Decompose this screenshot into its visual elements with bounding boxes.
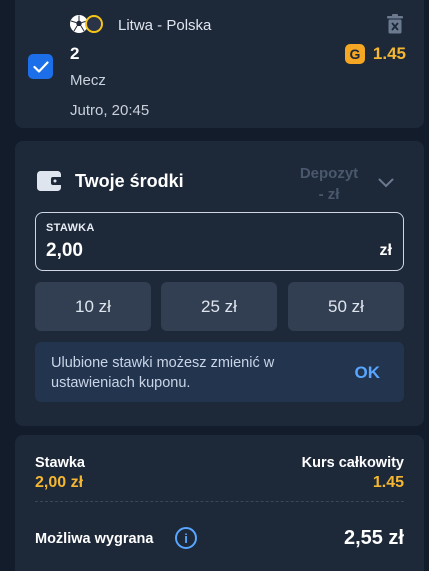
bet-market: Mecz bbox=[70, 72, 106, 89]
boost-icon: G bbox=[344, 44, 365, 64]
stake-field-label: STAWKA bbox=[46, 222, 95, 234]
possible-win-label: Możliwa wygrana bbox=[35, 531, 154, 547]
bet-pick: 2 bbox=[70, 44, 80, 63]
chevron-down-icon[interactable] bbox=[378, 175, 394, 188]
summary-stake-value: 2,00 zł bbox=[35, 474, 84, 491]
possible-win-value: 2,55 zł bbox=[343, 527, 404, 549]
team-icons bbox=[70, 15, 104, 35]
trash-icon[interactable] bbox=[386, 14, 404, 34]
checkmark-icon bbox=[32, 60, 49, 73]
info-ok-button[interactable]: OK bbox=[355, 363, 381, 383]
stake-field[interactable]: STAWKA zł bbox=[35, 212, 404, 271]
bet-selection-card: Litwa - Polska 2 Mecz Jutro, 20:45 G 1.4… bbox=[15, 0, 424, 128]
odds-group: G 1.45 bbox=[344, 44, 406, 64]
team-crest-icon bbox=[85, 15, 103, 33]
stake-input[interactable] bbox=[46, 240, 296, 262]
summary-divider bbox=[35, 501, 404, 502]
quick-stake-50-button[interactable]: 50 zł bbox=[288, 282, 404, 331]
summary-stake-label: Stawka bbox=[35, 455, 85, 471]
event-time: Jutro, 20:45 bbox=[70, 102, 150, 119]
selection-checkbox[interactable] bbox=[28, 54, 53, 79]
funds-card: Twoje środki Depozyt - zł STAWKA zł 10 z… bbox=[15, 141, 424, 426]
stake-currency: zł bbox=[379, 242, 392, 259]
info-banner: Ulubione stawki możesz zmienić w ustawie… bbox=[35, 342, 404, 402]
total-odds-label: Kurs całkowity bbox=[301, 455, 404, 471]
info-banner-text: Ulubione stawki możesz zmienić w ustawie… bbox=[51, 355, 275, 391]
wallet-icon bbox=[37, 170, 63, 192]
funds-title: Twoje środki bbox=[75, 171, 184, 191]
deposit-label: Depozyt bbox=[299, 165, 359, 182]
quick-stake-25-button[interactable]: 25 zł bbox=[161, 282, 277, 331]
quick-stake-10-button[interactable]: 10 zł bbox=[35, 282, 151, 331]
summary-card: Stawka 2,00 zł Kurs całkowity 1.45 Możli… bbox=[15, 435, 424, 571]
bet-odds: 1.45 bbox=[372, 44, 406, 63]
event-name: Litwa - Polska bbox=[118, 17, 212, 34]
total-odds-value: 1.45 bbox=[372, 474, 404, 491]
deposit-button[interactable]: Depozyt - zł bbox=[294, 163, 364, 205]
info-icon[interactable]: i bbox=[175, 527, 197, 549]
deposit-balance: - zł bbox=[318, 186, 340, 203]
